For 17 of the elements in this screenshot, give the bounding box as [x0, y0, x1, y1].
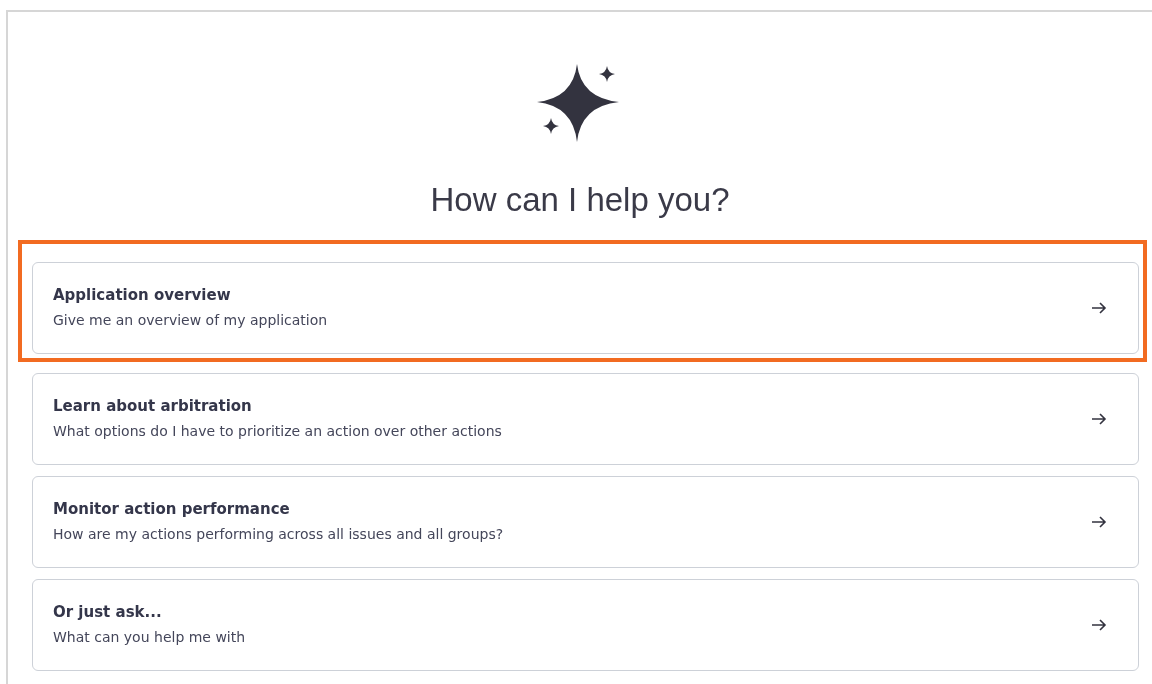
suggestion-title: Learn about arbitration	[53, 396, 253, 418]
arrow-icon	[1090, 411, 1108, 426]
suggestion-card[interactable]: Application overview Give me an overview of my application	[32, 261, 1139, 354]
suggestion-title: Monitor action performance	[53, 499, 291, 521]
suggestion-title: Application overview	[53, 285, 232, 307]
suggestion-description: What options do I have to prioritize an action over other actions	[53, 421, 502, 441]
suggestion-description: How are my actions performing across all issues and all groups?	[53, 524, 504, 544]
arrow-icon	[1090, 617, 1108, 632]
suggestion-card[interactable]: Monitor action performance How are my actions performing across all issues and all groups?	[32, 475, 1139, 568]
suggestion-card[interactable]: Learn about arbitration What options do I have to prioritize an action over other actions	[32, 372, 1139, 465]
suggestion-title: Or just ask...	[53, 602, 163, 624]
arrow-icon	[1090, 514, 1108, 529]
heading: How can I help you?	[429, 180, 731, 220]
arrow-icon	[1090, 300, 1108, 315]
suggestion-description: What can you help me with	[53, 627, 246, 647]
suggestion-description: Give me an overview of my application	[53, 310, 328, 330]
suggestion-card[interactable]: Or just ask... What can you help me with	[32, 578, 1139, 671]
